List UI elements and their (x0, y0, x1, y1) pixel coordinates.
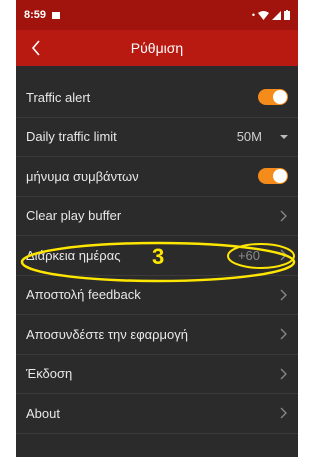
setting-event-message[interactable]: μήνυμα συμβάντων (16, 157, 298, 197)
notification-icon (52, 11, 61, 19)
chevron-right-icon (280, 368, 287, 380)
setting-version[interactable]: Έκδοση (16, 355, 298, 394)
setting-label: Αποσυνδέστε την εφαρμογή (26, 326, 188, 342)
chevron-right-icon (280, 210, 287, 222)
chevron-right-icon (280, 328, 287, 340)
setting-clear-play-buffer[interactable]: Clear play buffer (16, 197, 298, 236)
setting-send-feedback[interactable]: Αποστολή feedback (16, 276, 298, 315)
signal-dots-icon: • (251, 10, 255, 20)
setting-about[interactable]: About (16, 394, 298, 434)
cell-signal-icon (272, 10, 281, 20)
setting-disconnect-app[interactable]: Αποσυνδέστε την εφαρμογή (16, 315, 298, 355)
setting-daily-traffic-limit[interactable]: Daily traffic limit 50M (16, 118, 298, 157)
app-screen: 8:59 • Ρύθμιση Traffic alert Daily traff… (16, 0, 298, 457)
setting-value: 50M (236, 129, 262, 145)
chevron-right-icon (280, 289, 287, 301)
back-button[interactable] (26, 37, 46, 59)
dropdown-arrow-icon[interactable] (280, 134, 288, 139)
setting-label: Daily traffic limit (26, 129, 117, 145)
setting-label: μήνυμα συμβάντων (26, 168, 139, 184)
event-message-toggle[interactable] (258, 168, 288, 185)
battery-icon (284, 10, 290, 20)
traffic-alert-toggle[interactable] (258, 89, 288, 106)
toggle-knob (273, 169, 287, 184)
setting-label: Διάρκεια ημέρας (26, 247, 121, 263)
setting-label: About (26, 405, 60, 421)
title-bar: Ρύθμιση (16, 30, 298, 66)
setting-value: +60 (237, 247, 260, 263)
chevron-right-icon (280, 249, 287, 261)
setting-label: Έκδοση (26, 366, 73, 382)
toggle-knob (273, 90, 287, 105)
status-icons: • (252, 10, 290, 20)
chevron-right-icon (280, 407, 287, 419)
status-bar: 8:59 • (16, 0, 298, 30)
setting-label: Clear play buffer (26, 208, 122, 224)
page-title: Ρύθμιση (130, 40, 184, 56)
chevron-left-icon (31, 40, 40, 56)
setting-label: Αποστολή feedback (26, 287, 141, 303)
setting-traffic-alert[interactable]: Traffic alert (16, 78, 298, 118)
setting-label: Traffic alert (26, 89, 91, 105)
wifi-icon (258, 10, 269, 20)
status-time: 8:59 (24, 9, 47, 21)
annotation-number: 3 (152, 244, 165, 269)
